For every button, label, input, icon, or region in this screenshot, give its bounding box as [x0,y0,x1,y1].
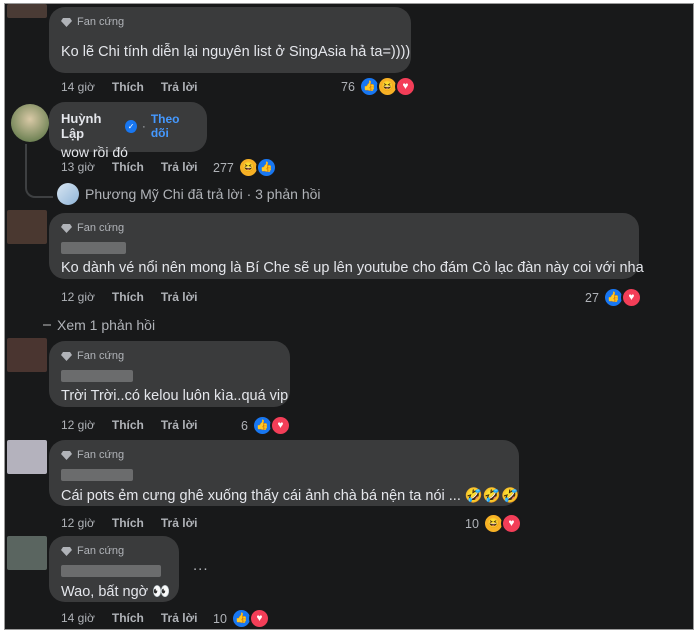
fan-badge: Fan cứng [61,14,399,30]
badge-label: Fan cứng [77,350,125,362]
reactions[interactable]: 10 😆 ♥ [465,513,522,534]
reactions[interactable]: 76 👍 😆 ♥ [341,76,416,97]
redacted-author [61,565,161,577]
verified-icon: ✓ [125,119,137,133]
like-button[interactable]: Thích [112,418,144,432]
avatar[interactable] [7,536,47,570]
badge-label: Fan cứng [77,545,125,557]
avatar[interactable] [7,210,47,244]
see-more-replies[interactable]: Xem 1 phản hồi [43,317,155,333]
comment-actions: 12 giờ Thích Trả lời [61,290,197,304]
comment-time[interactable]: 12 giờ [61,290,95,304]
like-button[interactable]: Thích [112,160,144,174]
comment-bubble: Fan cứng Cái pots ẻm cưng ghê xuống thấy… [49,440,519,506]
badge-label: Fan cứng [77,16,125,28]
comment-time[interactable]: 12 giờ [61,516,95,530]
comment-actions: 12 giờ Thích Trả lời [61,418,197,432]
comments-panel: Fan cứng Ko lẽ Chi tính diễn lại nguyên … [4,3,694,630]
separator: · [141,119,146,133]
redacted-author [61,370,133,382]
comment-time[interactable]: 14 giờ [61,80,95,94]
avatar[interactable] [7,4,47,18]
reply-button[interactable]: Trả lời [161,290,198,304]
thread-connector [25,144,53,198]
avatar[interactable] [7,338,47,372]
reactions[interactable]: 10 👍 ♥ [213,608,270,629]
author-name[interactable]: Huỳnh Lập [61,111,120,141]
comment-actions: 12 giờ Thích Trả lời [61,516,197,530]
dash [43,324,51,326]
replies-summary[interactable]: Phương Mỹ Chi đã trả lời · 3 phản hồi [57,183,321,205]
love-icon: ♥ [269,415,291,436]
reactions[interactable]: 277 😆 👍 [213,157,277,178]
like-button[interactable]: Thích [112,516,144,530]
author-row: Huỳnh Lập ✓ · Theo dõi [61,111,195,141]
diamond-icon [61,17,72,27]
love-icon: ♥ [620,287,642,308]
like-icon: 👍 [255,157,277,178]
comment-text: Ko lẽ Chi tính diễn lại nguyên list ở Si… [61,44,411,60]
comment-text: Ko dành vé nổi nên mong là Bí Che sẽ up … [61,260,644,276]
reactions[interactable]: 6 👍 ♥ [241,415,291,436]
like-button[interactable]: Thích [112,80,144,94]
diamond-icon [61,546,72,556]
diamond-icon [61,351,72,361]
diamond-icon [61,450,72,460]
comment-actions: 14 giờ Thích Trả lời [61,611,197,625]
diamond-icon [61,223,72,233]
comment-text: Trời Trời..có kelou luôn kìa..quá vip [61,388,289,404]
reaction-count: 76 [341,79,355,94]
reply-button[interactable]: Trả lời [161,611,198,625]
badge-label: Fan cứng [77,222,125,234]
more-options-icon[interactable]: ... [193,557,209,574]
reaction-count: 6 [241,418,248,433]
love-icon: ♥ [248,608,270,629]
avatar[interactable] [11,104,49,142]
fan-badge: Fan cứng [61,447,507,463]
comment-actions: 13 giờ Thích Trả lời [61,160,197,174]
comment-time[interactable]: 13 giờ [61,160,95,174]
reactions[interactable]: 27 👍 ♥ [585,287,642,308]
comment-time[interactable]: 14 giờ [61,611,95,625]
fan-badge: Fan cứng [61,348,278,364]
reaction-count: 277 [213,160,234,175]
comment-actions: 14 giờ Thích Trả lời [61,80,197,94]
comment-bubble: Huỳnh Lập ✓ · Theo dõi wow rồi đó [49,102,207,160]
comment-bubble: Fan cứng Wao, bất ngờ 👀 [49,536,179,602]
reply-button[interactable]: Trả lời [161,80,198,94]
comment-bubble: Fan cứng Ko lẽ Chi tính diễn lại nguyên … [49,7,411,73]
comment-text: wow rồi đó [61,144,128,160]
reply-button[interactable]: Trả lời [161,160,198,174]
comment-text: Wao, bất ngờ 👀 [61,584,171,600]
comment-bubble: Fan cứng Ko dành vé nổi nên mong là Bí C… [49,213,644,279]
badge-label: Fan cứng [77,449,125,461]
reaction-count: 10 [213,611,227,626]
reply-avatar [57,183,79,205]
comment-text: Cái pots ẻm cưng ghê xuống thấy cái ảnh … [61,488,520,504]
love-icon: ♥ [394,76,416,97]
comment-bubble: Fan cứng Trời Trời..có kelou luôn kìa..q… [49,341,290,407]
fan-badge: Fan cứng [61,543,167,559]
love-icon: ♥ [500,513,522,534]
fan-badge: Fan cứng [61,220,627,236]
avatar[interactable] [7,440,47,474]
replies-summary-text[interactable]: Phương Mỹ Chi đã trả lời · 3 phản hồi [85,186,321,202]
redacted-author [61,242,126,254]
follow-button[interactable]: Theo dõi [151,112,195,140]
like-button[interactable]: Thích [112,290,144,304]
like-button[interactable]: Thích [112,611,144,625]
comment-time[interactable]: 12 giờ [61,418,95,432]
see-more-replies-text[interactable]: Xem 1 phản hồi [57,317,155,333]
redacted-author [61,469,133,481]
reply-button[interactable]: Trả lời [161,418,198,432]
reply-button[interactable]: Trả lời [161,516,198,530]
reaction-count: 27 [585,290,599,305]
reaction-count: 10 [465,516,479,531]
